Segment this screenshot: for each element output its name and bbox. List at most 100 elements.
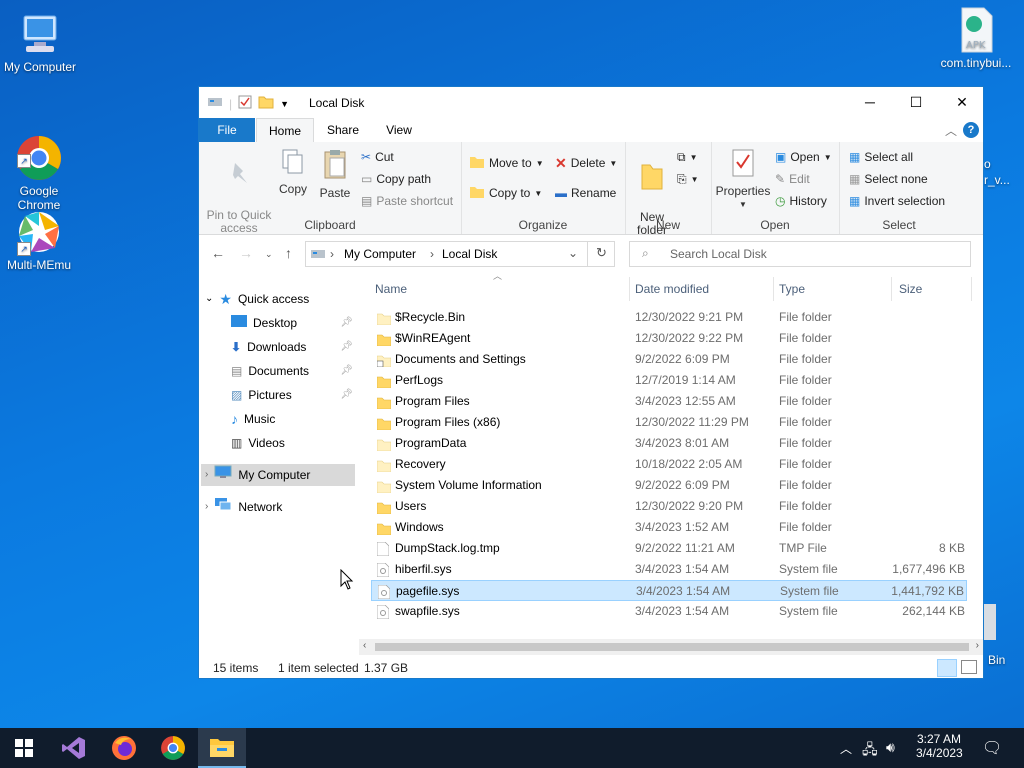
firefox-icon[interactable] xyxy=(100,728,148,768)
expand-chevron-icon[interactable]: › xyxy=(205,464,208,486)
table-row[interactable]: DumpStack.log.tmp 9/2/2022 11:21 AM TMP Fi… xyxy=(371,538,967,559)
nav-item-downloads[interactable]: ⬇ Downloads 📌︎ xyxy=(231,336,353,358)
expand-chevron-icon[interactable]: ⌄ xyxy=(205,288,213,310)
table-row[interactable]: $Recycle.Bin 12/30/2022 9:21 PM File folde… xyxy=(371,307,967,328)
nav-item-videos[interactable]: ▥ Videos xyxy=(231,432,285,454)
up-arrow-icon[interactable]: ↑ xyxy=(285,245,292,261)
breadcrumb-local-disk[interactable]: Local Disk xyxy=(442,247,497,261)
back-arrow-icon[interactable]: ← xyxy=(211,245,225,261)
column-header-date[interactable]: Date modified xyxy=(635,277,709,301)
desktop-partial-label: o xyxy=(984,157,991,171)
recycle-bin-icon[interactable] xyxy=(984,604,996,640)
title-bar[interactable]: | ▼ Local Disk ─ ☐ ✕ xyxy=(199,87,983,118)
paste-button[interactable]: Paste xyxy=(315,148,355,200)
pin-icon[interactable]: 📌︎ xyxy=(340,360,353,382)
table-row[interactable]: PerfLogs 12/7/2019 1:14 AM File folder xyxy=(371,370,967,391)
table-row[interactable]: Recovery 10/18/2022 2:05 AM File folder xyxy=(371,454,967,475)
scroll-right-icon[interactable]: › xyxy=(976,640,979,651)
tab-home[interactable]: Home xyxy=(256,118,314,144)
large-icons-view-icon[interactable] xyxy=(961,660,977,674)
nav-my-computer[interactable]: › My Computer xyxy=(201,464,355,486)
nav-item-music[interactable]: ♪ Music xyxy=(231,408,275,430)
horizontal-scrollbar[interactable]: ‹ › xyxy=(359,639,983,655)
address-dropdown-chevron-icon[interactable]: ⌄ xyxy=(568,246,578,260)
address-bar[interactable]: › My Computer › Local Disk ⌄ xyxy=(305,241,615,267)
nav-item-documents[interactable]: ▤ Documents 📌︎ xyxy=(231,360,353,382)
help-icon[interactable]: ? xyxy=(963,122,979,138)
copy-path-button[interactable]: ▭ Copy path xyxy=(361,170,431,188)
minimize-button[interactable]: ─ xyxy=(847,87,893,117)
nav-item-desktop[interactable]: Desktop 📌︎ xyxy=(231,312,353,334)
desktop-icon-my-computer[interactable]: My Computer xyxy=(0,10,80,74)
tab-file[interactable]: File xyxy=(199,118,255,142)
notifications-icon[interactable]: 🗨︎ xyxy=(982,738,1002,758)
invert-selection-button[interactable]: ▦ Invert selection xyxy=(849,192,945,210)
desktop-icon-apk[interactable]: APK com.tinybui... xyxy=(934,6,1018,70)
rename-button[interactable]: ▬ Rename xyxy=(555,184,616,202)
search-box[interactable]: ⌕ Search Local Disk xyxy=(629,241,971,267)
table-row[interactable]: System Volume Information 9/2/2022 6:09 P… xyxy=(371,475,967,496)
delete-button[interactable]: ✕ Delete ▼ xyxy=(555,154,617,172)
forward-arrow-icon[interactable]: → xyxy=(239,245,253,261)
pin-icon[interactable]: 📌︎ xyxy=(340,336,353,358)
new-item-button[interactable]: ⧉ ▼ xyxy=(677,148,698,166)
pin-icon[interactable]: 📌︎ xyxy=(340,312,353,334)
edit-button[interactable]: ✎ Edit xyxy=(775,170,810,188)
show-hidden-icons-chevron-icon[interactable]: ︿ xyxy=(840,740,852,757)
close-button[interactable]: ✕ xyxy=(939,87,985,117)
table-row[interactable]: Program Files (x86) 12/30/2022 11:29 PM Fi… xyxy=(371,412,967,433)
table-row[interactable]: Users 12/30/2022 9:20 PM File folder xyxy=(371,496,967,517)
qat-dropdown-icon[interactable]: ▼ xyxy=(280,99,289,109)
select-none-button[interactable]: ▦ Select none xyxy=(849,170,928,188)
table-row[interactable]: Documents and Settings 9/2/2022 6:09 PM Fi… xyxy=(371,349,967,370)
details-view-icon[interactable] xyxy=(937,659,957,677)
history-button[interactable]: ◷ History xyxy=(775,192,827,210)
chrome-taskbar-icon[interactable] xyxy=(149,728,197,768)
table-row[interactable]: pagefile.sys 3/4/2023 1:54 AM System file 1… xyxy=(371,580,967,601)
tab-view[interactable]: View xyxy=(377,118,421,142)
file-explorer-taskbar-icon[interactable] xyxy=(198,728,246,768)
visual-studio-icon[interactable] xyxy=(50,728,98,768)
recent-locations-chevron-icon[interactable]: ⌄ xyxy=(265,249,273,260)
copy-to-button[interactable]: Copy to ▼ xyxy=(469,184,542,202)
breadcrumb-my-computer[interactable]: My Computer xyxy=(344,247,416,261)
clock[interactable]: 3:27 AM 3/4/2023 xyxy=(916,732,963,760)
new-folder-icon[interactable] xyxy=(258,95,274,112)
column-header-type[interactable]: Type xyxy=(779,277,805,301)
collapse-ribbon-icon[interactable]: ︿ xyxy=(945,122,957,139)
column-header-name[interactable]: Name xyxy=(375,277,407,301)
table-row[interactable]: hiberfil.sys 3/4/2023 1:54 AM System file 1… xyxy=(371,559,967,580)
nav-quick-access[interactable]: ⌄ ★ Quick access xyxy=(205,288,309,310)
refresh-button[interactable]: ↻ xyxy=(587,241,616,267)
file-name: $WinREAgent xyxy=(395,331,471,345)
select-all-button[interactable]: ▦ Select all xyxy=(849,148,913,166)
table-row[interactable]: swapfile.sys 3/4/2023 1:54 AM System file 2… xyxy=(371,601,967,622)
column-header-size[interactable]: Size xyxy=(899,277,922,301)
paste-shortcut-button[interactable]: ▤ Paste shortcut xyxy=(361,192,453,210)
table-row[interactable]: Program Files 3/4/2023 12:55 AM File folde… xyxy=(371,391,967,412)
table-row[interactable]: $WinREAgent 12/30/2022 9:22 PM File folder xyxy=(371,328,967,349)
start-button[interactable] xyxy=(0,728,48,768)
table-row[interactable]: ProgramData 3/4/2023 8:01 AM File folder xyxy=(371,433,967,454)
properties-button[interactable]: Properties ▼ xyxy=(713,148,773,211)
properties-check-icon[interactable] xyxy=(238,95,252,112)
nav-quick-access-label: Quick access xyxy=(237,292,310,306)
copy-button[interactable]: Copy xyxy=(275,148,311,196)
scroll-thumb[interactable] xyxy=(375,643,969,651)
nav-item-pictures[interactable]: ▨ Pictures 📌︎ xyxy=(231,384,353,406)
move-to-button[interactable]: Move to ▼ xyxy=(469,154,544,172)
cut-button[interactable]: ✂ Cut xyxy=(361,148,394,166)
desktop-icon-multi-memu[interactable]: ↗ Multi-MEmu xyxy=(0,208,79,272)
tab-share[interactable]: Share xyxy=(321,118,365,142)
pin-icon[interactable]: 📌︎ xyxy=(340,384,353,406)
paste-icon xyxy=(315,148,355,183)
expand-chevron-icon[interactable]: › xyxy=(205,496,208,518)
volume-icon[interactable]: 🔊︎ xyxy=(886,739,895,756)
table-row[interactable]: Windows 3/4/2023 1:52 AM File folder xyxy=(371,517,967,538)
open-button[interactable]: ▣ Open ▼ xyxy=(775,148,832,166)
nav-network[interactable]: › Network xyxy=(205,496,282,518)
easy-access-button[interactable]: ⎘ ▼ xyxy=(677,170,699,188)
scroll-left-icon[interactable]: ‹ xyxy=(363,640,366,651)
maximize-button[interactable]: ☐ xyxy=(893,87,939,117)
network-tray-icon[interactable]: 🖧︎ xyxy=(862,739,878,763)
